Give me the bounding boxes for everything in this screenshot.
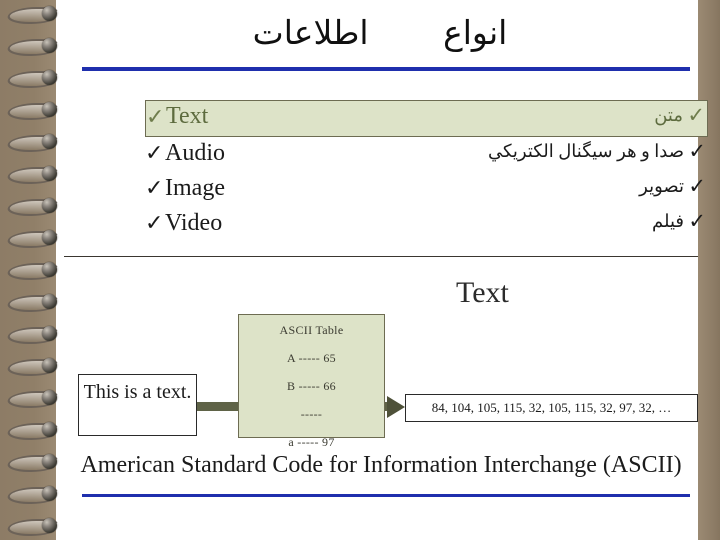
information-types-list: ✓ Text ✓ متن ✓ Audio ✓ صدا و هر سیگنال الکتریکي… [145,100,708,242]
list-item-label-fa: فیلم [652,211,684,231]
check-icon: ✓ [688,174,706,198]
ascii-table-header: ASCII Table [279,323,344,337]
input-text-box: This is a text. [78,374,197,436]
list-item-label-en: Video [165,210,223,236]
check-icon: ✓ [145,175,164,200]
list-item[interactable]: ✓ Video ✓ فیلم [145,207,708,242]
divider-blue-top [82,67,690,71]
check-icon: ✓ [145,210,164,235]
ascii-table-row: A ----- 65 [287,351,336,365]
ascii-table-box: ASCII Table A ----- 65 B ----- 66 ----- … [238,314,385,449]
divider-blue-bottom [82,494,690,497]
list-item[interactable]: ✓ Image ✓ تصویر [145,172,708,207]
binder-left-strip [0,0,56,540]
check-icon: ✓ [688,139,706,163]
list-item[interactable]: ✓ Audio ✓ صدا و هر سیگنال الکتریکي [145,137,708,172]
list-item-label-fa: متن [654,105,683,125]
binder-right-strip [698,0,720,540]
list-item[interactable]: ✓ Text ✓ متن [145,100,708,137]
list-item-label-en: Image [165,175,225,201]
check-icon: ✓ [146,104,165,129]
ascii-table-row: a ----- 97 [288,435,335,449]
check-icon: ✓ [687,103,705,127]
output-codes-box: 84, 104, 105, 115, 32, 105, 115, 32, 97,… [405,394,698,422]
list-item-label-en: Text [166,103,209,129]
page-title-word-right: انواع [443,16,508,52]
list-item-label-fa: تصویر [639,176,684,196]
check-icon: ✓ [688,209,706,233]
page-title-word-left: اطلاعات [252,16,369,52]
list-item-label-en: Audio [165,140,225,166]
ascii-table-row: B ----- 66 [287,379,336,393]
list-item-label-fa: صدا و هر سیگنال الکتریکي [487,141,684,161]
flow-arrow-head-icon [387,396,405,418]
ascii-table-row: ----- [300,407,323,421]
slide-canvas: انواع اطلاعات ✓ Text ✓ متن ✓ Audio ✓ صدا و هر س… [0,0,720,540]
page-title: انواع اطلاعات [70,8,690,64]
ascii-caption: American Standard Code for Information I… [80,452,682,478]
section-heading: Text [456,276,509,309]
divider-thin [64,256,698,257]
check-icon: ✓ [145,140,164,165]
